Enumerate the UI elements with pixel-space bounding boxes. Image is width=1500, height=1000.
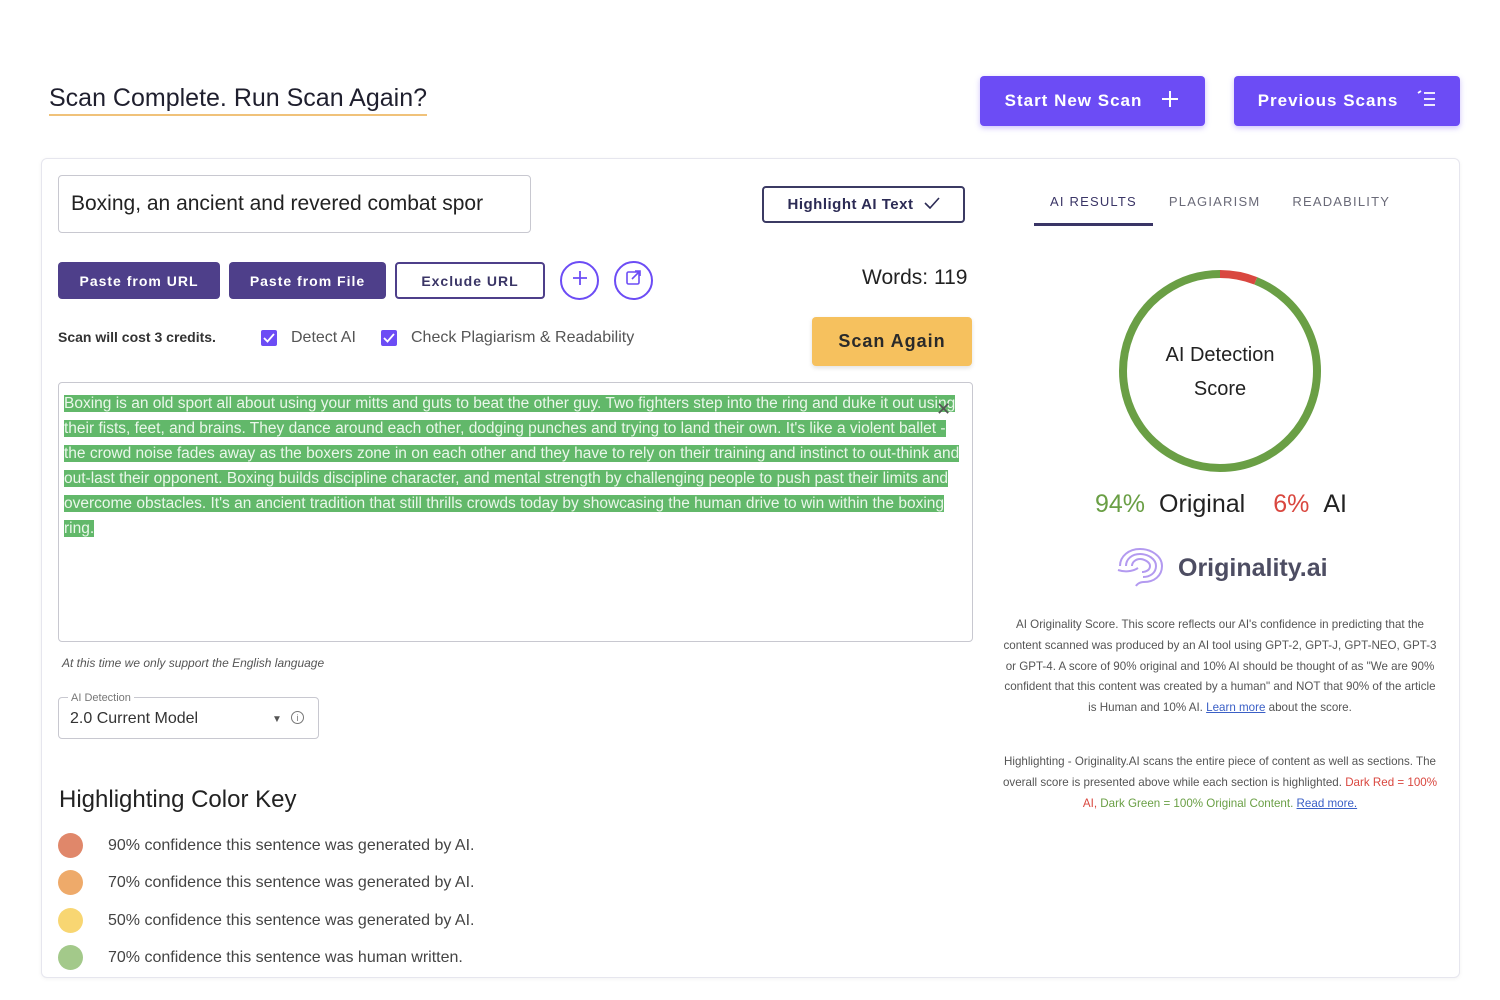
read-more-link[interactable]: Read more. (1297, 797, 1358, 810)
ai-label: AI (1323, 490, 1347, 518)
content-textarea[interactable]: Boxing is an old sport all about using y… (58, 382, 973, 642)
add-button[interactable] (560, 261, 599, 300)
list-icon (1416, 89, 1436, 113)
color-key-title: Highlighting Color Key (59, 786, 297, 813)
color-key-item: 90% confidence this sentence was generat… (58, 833, 474, 858)
tab-plagiarism[interactable]: PLAGIARISM (1153, 186, 1276, 226)
paste-from-url-button[interactable]: Paste from URL (58, 262, 220, 299)
caret-down-icon[interactable]: ▼ (272, 714, 282, 725)
close-icon[interactable]: ✕ (936, 399, 951, 420)
tab-readability[interactable]: READABILITY (1276, 186, 1406, 226)
export-icon (625, 269, 643, 292)
page-title: Scan Complete. Run Scan Again? (49, 84, 428, 116)
checkbox-checked-icon (261, 330, 277, 346)
language-note: At this time we only support the English… (62, 656, 325, 670)
color-key-label: 90% confidence this sentence was generat… (108, 836, 475, 854)
exclude-url-button[interactable]: Exclude URL (395, 262, 545, 299)
tab-ai-results[interactable]: AI RESULTS (1034, 186, 1153, 226)
title-input[interactable]: Boxing, an ancient and revered combat sp… (58, 175, 531, 233)
info-icon[interactable]: i (291, 711, 304, 724)
highlighted-text: Boxing is an old sport all about using y… (64, 395, 960, 537)
start-new-scan-button[interactable]: Start New Scan (980, 76, 1205, 126)
color-dot (58, 908, 83, 933)
plus-icon (1160, 89, 1180, 114)
plus-icon (570, 268, 590, 293)
results-tabs: AI RESULTS PLAGIARISM READABILITY (1034, 186, 1406, 226)
ai-percent: 6% (1273, 490, 1310, 518)
color-key-label: 50% confidence this sentence was generat… (108, 911, 475, 929)
highlight-description: Highlighting - Originality.AI scans the … (1000, 752, 1440, 814)
brand-logo: Originality.ai (1114, 544, 1328, 593)
highlight-ai-text-label: Highlight AI Text (787, 196, 914, 213)
original-label: Original (1159, 490, 1246, 518)
gauge-label: AI Detection Score (1117, 338, 1323, 406)
model-select-value: 2.0 Current Model (70, 710, 199, 727)
dark-green-note: Dark Green = 100% Original Content. (1100, 796, 1294, 810)
brain-icon (1114, 544, 1168, 593)
check-icon (923, 196, 940, 213)
cost-note: Scan will cost 3 credits. (58, 329, 216, 345)
score-description-tail: about the score. (1268, 701, 1352, 715)
color-key-label: 70% confidence this sentence was generat… (108, 873, 475, 891)
color-key-item: 50% confidence this sentence was generat… (58, 908, 474, 933)
color-dot (58, 945, 83, 970)
export-button[interactable] (614, 261, 653, 300)
learn-more-link[interactable]: Learn more (1206, 701, 1265, 714)
score-description: AI Originality Score. This score reflect… (1000, 615, 1440, 719)
color-key-item: 70% confidence this sentence was human w… (58, 945, 463, 970)
start-new-scan-label: Start New Scan (1004, 91, 1143, 110)
gauge-label-line2: Score (1193, 378, 1247, 400)
color-key-label: 70% confidence this sentence was human w… (108, 948, 463, 966)
previous-scans-button[interactable]: Previous Scans (1234, 76, 1460, 126)
color-dot (58, 870, 83, 895)
model-select-legend: AI Detection (68, 692, 134, 704)
checkbox-checked-icon (381, 330, 397, 346)
color-key-item: 70% confidence this sentence was generat… (58, 870, 474, 895)
check-plagiarism-label: Check Plagiarism & Readability (411, 329, 635, 346)
paste-from-file-button[interactable]: Paste from File (229, 262, 386, 299)
check-plagiarism-checkbox[interactable]: Check Plagiarism & Readability (381, 329, 634, 347)
brand-name: Originality.ai (1178, 554, 1328, 582)
color-dot (58, 833, 83, 858)
word-count: Words: 119 (862, 266, 968, 289)
highlight-ai-text-button[interactable]: Highlight AI Text (762, 186, 965, 223)
scan-again-button[interactable]: Scan Again (812, 317, 972, 366)
score-summary: 94% Original 6% AI (1095, 490, 1347, 519)
previous-scans-label: Previous Scans (1257, 91, 1399, 110)
detect-ai-label: Detect AI (291, 329, 356, 346)
score-description-text: AI Originality Score. This score reflect… (1003, 618, 1437, 715)
original-percent: 94% (1095, 490, 1146, 518)
detect-ai-checkbox[interactable]: Detect AI (261, 329, 356, 347)
gauge-label-line1: AI Detection (1165, 344, 1275, 366)
